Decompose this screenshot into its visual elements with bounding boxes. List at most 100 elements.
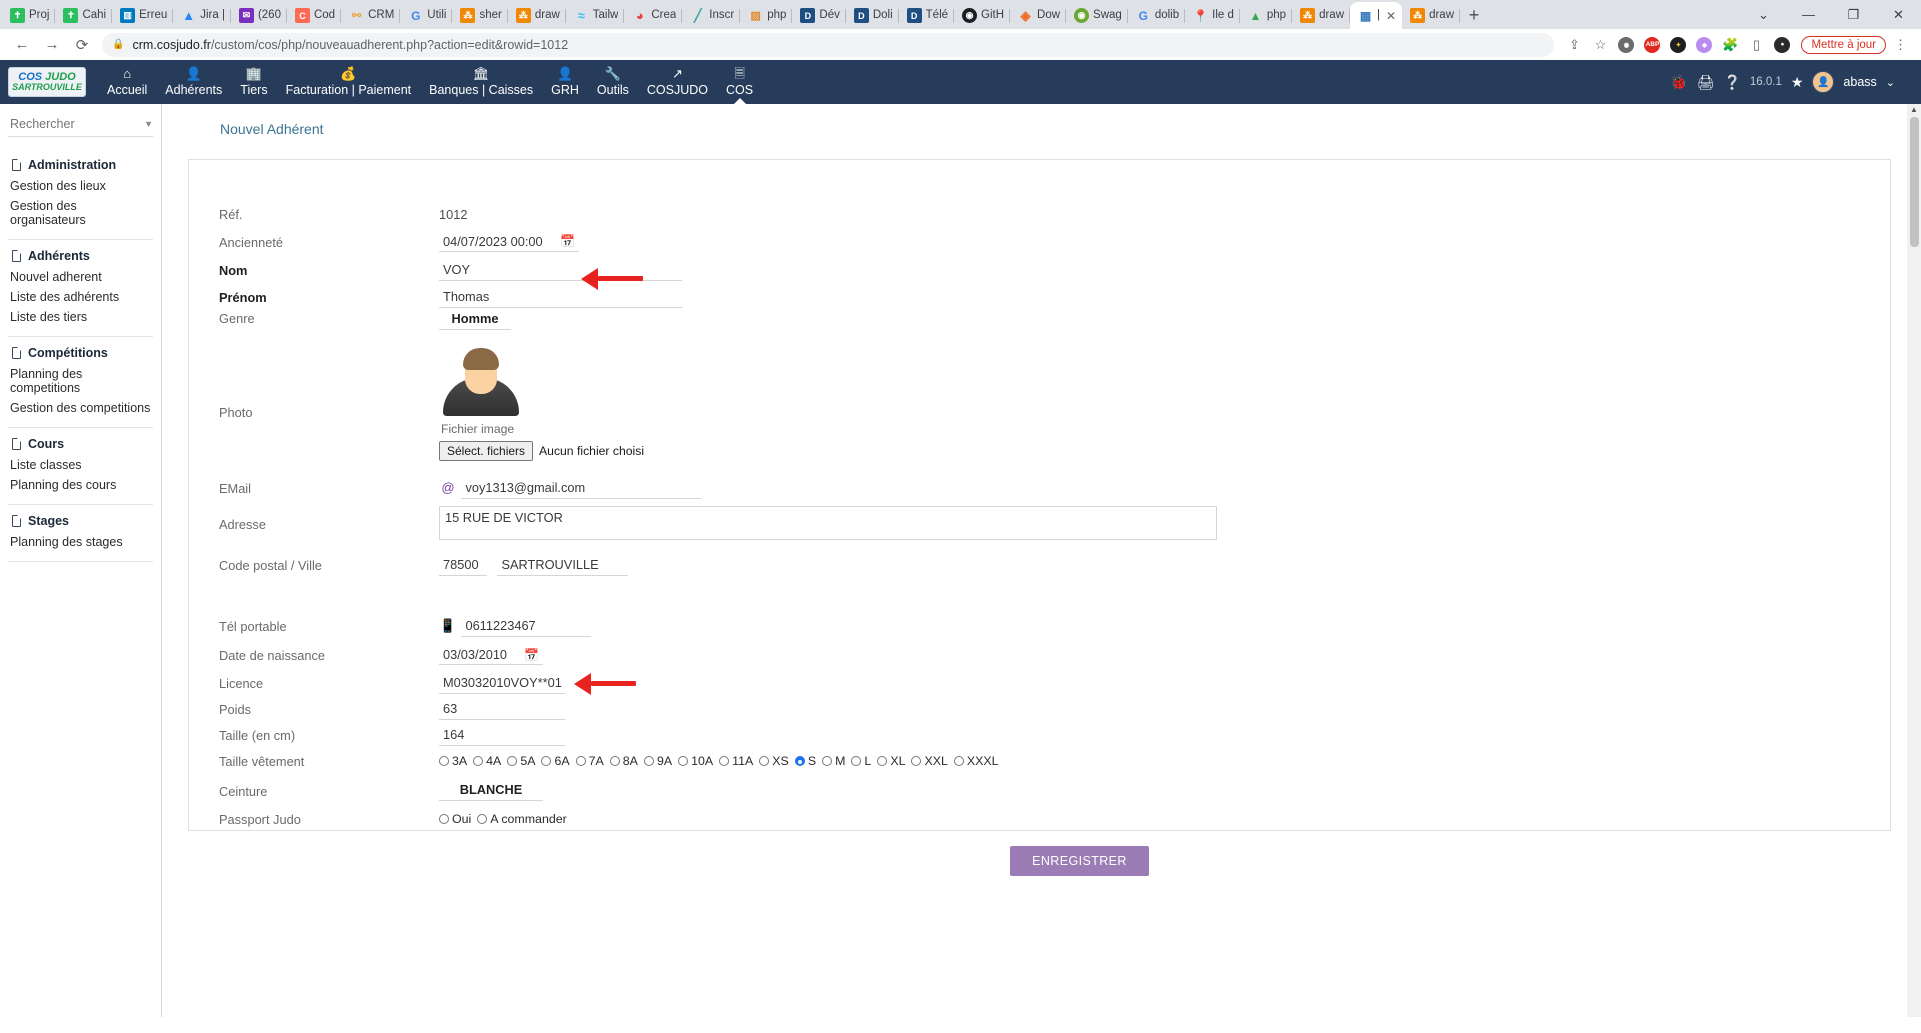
radio-button[interactable]	[439, 814, 449, 824]
browser-tab[interactable]: ◉ Swag	[1066, 2, 1128, 29]
profile-avatar-icon[interactable]: ●	[1770, 33, 1794, 57]
browser-tab[interactable]: 📍 Ile d	[1185, 2, 1240, 29]
bug-icon[interactable]: 🐞	[1670, 74, 1687, 91]
licence-input[interactable]	[439, 672, 565, 694]
browser-tab[interactable]: ⁂ sher	[452, 2, 509, 29]
nav-item-banques[interactable]: 🏛 Banques | Caisses	[420, 60, 542, 104]
app-logo[interactable]: COS JUDO SARTROUVILLE	[8, 67, 86, 97]
reload-icon[interactable]: ⟳	[68, 31, 96, 59]
calendar-icon[interactable]: 📅	[524, 648, 539, 662]
browser-tab[interactable]: ▲ Jira |	[173, 2, 231, 29]
radio-button[interactable]	[851, 756, 862, 766]
taille-vetement-option-11a[interactable]: 11A	[719, 754, 753, 768]
select-files-button[interactable]: Sélect. fichiers	[439, 440, 534, 461]
photo-file-input[interactable]: Sélect. fichiers Aucun fichier choisi	[439, 440, 1890, 461]
radio-button[interactable]	[609, 756, 620, 766]
taille-vetement-option-m[interactable]: M	[822, 754, 845, 768]
browser-tab[interactable]: ✝ Cahi	[55, 2, 112, 29]
passport-judo-option-a commander[interactable]: A commander	[477, 812, 567, 826]
anciennete-date-input[interactable]: 04/07/2023 00:00 📅	[439, 233, 579, 252]
taille-vetement-option-10a[interactable]: 10A	[678, 754, 713, 768]
sidebar-search[interactable]: ▼	[8, 116, 153, 137]
browser-menu-icon[interactable]: ⋮	[1888, 37, 1913, 53]
browser-tab[interactable]: ⚯ CRM	[341, 2, 401, 29]
taille-vetement-option-xxl[interactable]: XXL	[911, 754, 948, 768]
browser-tab-active[interactable]: ▦ | ✕	[1350, 2, 1403, 29]
scroll-up-arrow-icon[interactable]: ▲	[1910, 104, 1918, 115]
chevron-down-icon[interactable]: ⌄	[1886, 76, 1895, 89]
honey-icon[interactable]: ✦	[1666, 33, 1690, 57]
browser-tab[interactable]: ≈ Tailw	[566, 2, 625, 29]
browser-tab[interactable]: ▨ php	[740, 2, 793, 29]
sidepanel-icon[interactable]: ▯	[1744, 33, 1768, 57]
extension-purple-icon[interactable]: ◆	[1692, 33, 1716, 57]
print-icon[interactable]: 🖨	[1697, 74, 1715, 91]
new-tab-button[interactable]: +	[1460, 1, 1488, 29]
browser-tab[interactable]: D Télé	[899, 2, 955, 29]
nom-input[interactable]	[439, 259, 682, 281]
radio-button[interactable]	[877, 756, 888, 766]
back-icon[interactable]: ←	[8, 31, 36, 59]
radio-button[interactable]	[822, 756, 833, 766]
taille-vetement-option-s[interactable]: S	[794, 754, 816, 768]
browser-tab[interactable]: D Dév	[792, 2, 847, 29]
sidebar-item-gestion-des-lieux[interactable]: Gestion des lieux	[8, 176, 153, 196]
sidebar-item-liste-des-tiers[interactable]: Liste des tiers	[8, 307, 153, 327]
taille-vetement-option-5a[interactable]: 5A	[507, 754, 535, 768]
taille-vetement-option-8a[interactable]: 8A	[609, 754, 638, 768]
nav-item-outils[interactable]: 🔧 Outils	[588, 60, 638, 104]
nav-item-tiers[interactable]: 🏢 Tiers	[231, 60, 276, 104]
save-button[interactable]: ENREGISTRER	[1010, 845, 1149, 876]
taille-vetement-radio-group[interactable]: 3A 4A 5A 6A 7A 8A 9A 10A 11A XS S M L XL XXL XXXL	[439, 754, 1890, 768]
browser-tab[interactable]: ⁂ draw	[508, 2, 566, 29]
bookmark-star-icon[interactable]: ☆	[1588, 33, 1612, 57]
sidebar-item-planning-des-stages[interactable]: Planning des stages	[8, 532, 153, 552]
poids-input[interactable]	[439, 699, 565, 720]
puzzle-extensions-icon[interactable]: 🧩	[1718, 33, 1742, 57]
browser-tab[interactable]: Gdolib	[1128, 2, 1186, 29]
page-scrollbar[interactable]: ▲	[1907, 104, 1921, 1017]
nav-item-adherents[interactable]: 👤 Adhérents	[156, 60, 231, 104]
sidebar-item-liste-des-adherents[interactable]: Liste des adhérents	[8, 287, 153, 307]
forward-icon[interactable]: →	[38, 31, 66, 59]
radio-button[interactable]	[507, 756, 518, 766]
scrollbar-thumb[interactable]	[1909, 117, 1919, 247]
radio-button[interactable]	[953, 756, 964, 766]
star-icon[interactable]: ★	[1791, 74, 1804, 91]
browser-tab[interactable]: ◕ Crea	[624, 2, 683, 29]
taille-vetement-option-xl[interactable]: XL	[877, 754, 905, 768]
taille-vetement-option-4a[interactable]: 4A	[473, 754, 501, 768]
chevron-down-icon[interactable]: ▼	[140, 119, 153, 129]
genre-value[interactable]: Homme	[439, 311, 511, 330]
sidebar-item-gestion-des-competitions[interactable]: Gestion des competitions	[8, 398, 153, 418]
nav-item-cos[interactable]: 🗏 COS	[717, 60, 762, 104]
sidebar-item-nouvel-adherent[interactable]: Nouvel adherent	[8, 267, 153, 287]
sidebar-item-gestion-des-organisateurs[interactable]: Gestion des organisateurs	[8, 196, 153, 230]
taille-vetement-option-9a[interactable]: 9A	[643, 754, 672, 768]
radio-button[interactable]	[477, 814, 488, 824]
browser-tab[interactable]: ✝ Proj	[2, 2, 56, 29]
radio-button[interactable]	[911, 756, 922, 766]
radio-button[interactable]	[473, 756, 484, 766]
prenom-input[interactable]	[439, 286, 682, 308]
code-postal-input[interactable]	[439, 555, 487, 576]
ceinture-value[interactable]: BLANCHE	[439, 782, 543, 801]
passport-judo-radio-group[interactable]: Oui A commander	[439, 812, 1890, 826]
minimize-icon[interactable]: —	[1786, 0, 1831, 29]
browser-tab[interactable]: ◈ Dow	[1010, 2, 1067, 29]
email-input[interactable]	[461, 477, 702, 499]
maximize-icon[interactable]: ❐	[1831, 0, 1876, 29]
taille-vetement-option-xxxl[interactable]: XXXL	[953, 754, 999, 768]
radio-button[interactable]	[678, 756, 689, 766]
taille-vetement-option-6a[interactable]: 6A	[541, 754, 570, 768]
browser-tab[interactable]: ⁂ draw	[1292, 2, 1350, 29]
nav-item-facturation[interactable]: 💰 Facturation | Paiement	[277, 60, 421, 104]
update-button[interactable]: Mettre à jour	[1801, 35, 1886, 54]
browser-tab[interactable]: ⁂ draw	[1402, 2, 1460, 29]
browser-tab[interactable]: C Cod	[287, 2, 342, 29]
radio-button[interactable]	[794, 756, 805, 766]
nav-item-cosjudo[interactable]: ↗ COSJUDO	[638, 60, 717, 104]
sidebar-item-planning-des-competitions[interactable]: Planning des competitions	[8, 364, 153, 398]
taille-vetement-option-xs[interactable]: XS	[759, 754, 789, 768]
taille-input[interactable]	[439, 725, 565, 746]
